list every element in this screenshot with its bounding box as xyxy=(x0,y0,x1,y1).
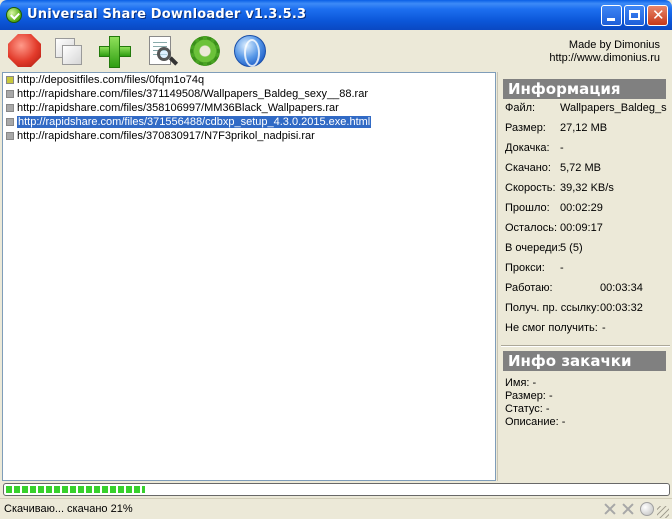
stop-icon[interactable] xyxy=(8,34,41,67)
download-info-row: Имя: - xyxy=(505,377,536,389)
info-value: 00:09:17 xyxy=(560,222,603,234)
download-info-row: Размер: - xyxy=(505,390,553,402)
download-info-value: - xyxy=(561,416,566,428)
info-value: 00:03:34 xyxy=(600,282,643,294)
status-square-icon xyxy=(6,104,14,112)
disconnect-icon xyxy=(603,502,617,516)
status-text: Скачиваю... скачано 21% xyxy=(4,503,133,515)
app-window: Universal Share Downloader v1.3.5.3 ✕ Ma… xyxy=(0,0,672,519)
download-url: http://depositfiles.com/files/0fqm1o74q xyxy=(17,74,205,86)
maximize-icon xyxy=(629,10,640,20)
info-row: Получ. пр. ссылку: 00:03:32 xyxy=(505,302,643,314)
info-label: Скорость: xyxy=(505,182,556,194)
globe-icon[interactable] xyxy=(233,35,267,67)
download-info-value: - xyxy=(532,377,537,389)
info-label: Осталось: xyxy=(505,222,558,234)
download-list-item[interactable]: http://rapidshare.com/files/371149508/Wa… xyxy=(3,87,495,101)
resize-grip-icon[interactable] xyxy=(657,506,669,518)
info-row: Прошло: 00:02:29 xyxy=(505,202,603,214)
info-value: - xyxy=(560,142,564,154)
status-square-icon xyxy=(6,90,14,98)
download-list[interactable]: http://depositfiles.com/files/0fqm1o74q h… xyxy=(2,72,496,481)
download-info-value: - xyxy=(545,403,550,415)
status-square-icon xyxy=(6,132,14,140)
settings-gear-icon[interactable] xyxy=(188,35,222,67)
close-button[interactable]: ✕ xyxy=(647,5,668,26)
download-url: http://rapidshare.com/files/370830917/N7… xyxy=(17,130,315,142)
info-value: 00:02:29 xyxy=(560,202,603,214)
info-label: Работаю: xyxy=(505,282,553,294)
progress-bar xyxy=(3,483,670,496)
download-info-label: Описание: xyxy=(505,416,559,428)
disconnect-icon xyxy=(621,502,635,516)
info-panel: Информация Файл: Wallpapers_Baldeg_s Разме… xyxy=(497,72,672,481)
download-info-label: Размер: xyxy=(505,390,546,402)
info-row: Размер: 27,12 MB xyxy=(505,122,607,134)
download-list-item[interactable]: http://rapidshare.com/files/358106997/MM… xyxy=(3,101,495,115)
info-value: - xyxy=(560,262,564,274)
view-document-icon[interactable] xyxy=(145,35,179,67)
add-icon[interactable] xyxy=(98,35,132,68)
info-value: - xyxy=(602,322,606,334)
info-value: 00:03:32 xyxy=(600,302,643,314)
download-info-row: Статус: - xyxy=(505,403,550,415)
status-bar: Скачиваю... скачано 21% xyxy=(0,498,672,519)
info-row: Докачка: - xyxy=(505,142,564,154)
status-square-icon xyxy=(6,76,14,84)
info-row: Скачано: 5,72 MB xyxy=(505,162,601,174)
made-by-url[interactable]: http://www.dimonius.ru xyxy=(549,52,660,65)
download-info-header: Инфо закачки xyxy=(503,351,666,371)
info-value: 5,72 MB xyxy=(560,162,601,174)
info-value: 5 (5) xyxy=(560,242,583,254)
maximize-button[interactable] xyxy=(624,5,645,26)
download-info-row: Описание: - xyxy=(505,416,565,428)
info-divider xyxy=(501,345,670,347)
info-value: Wallpapers_Baldeg_s xyxy=(560,102,667,114)
download-url: http://rapidshare.com/files/371556488/cd… xyxy=(17,116,372,128)
title-bar[interactable]: Universal Share Downloader v1.3.5.3 ✕ xyxy=(0,0,672,30)
download-list-item[interactable]: http://rapidshare.com/files/370830917/N7… xyxy=(3,129,495,143)
info-label: В очереди: xyxy=(505,242,561,254)
info-label: Прошло: xyxy=(505,202,550,214)
status-indicator-icon xyxy=(640,502,654,516)
download-info-value: - xyxy=(548,390,553,402)
app-icon[interactable] xyxy=(6,7,22,23)
info-value: 39,32 KB/s xyxy=(560,182,614,194)
progress-fill xyxy=(6,486,145,493)
download-list-item[interactable]: http://depositfiles.com/files/0fqm1o74q xyxy=(3,73,495,87)
info-row: Прокси: - xyxy=(505,262,564,274)
made-by-author: Made by Dimonius xyxy=(568,39,660,51)
download-list-item[interactable]: http://rapidshare.com/files/371556488/cd… xyxy=(3,115,495,129)
download-info-label: Имя: xyxy=(505,377,530,389)
info-label: Файл: xyxy=(505,102,536,114)
info-row: Осталось: 00:09:17 xyxy=(505,222,603,234)
info-row: Работаю: 00:03:34 xyxy=(505,282,643,294)
info-label: Получ. пр. ссылку: xyxy=(505,302,600,314)
window-title: Universal Share Downloader v1.3.5.3 xyxy=(27,7,307,22)
info-label: Не смог получить: xyxy=(505,322,598,334)
minimize-button[interactable] xyxy=(601,5,622,26)
download-info-label: Статус: xyxy=(505,403,543,415)
info-row: Файл: Wallpapers_Baldeg_s xyxy=(505,102,667,114)
info-label: Прокси: xyxy=(505,262,545,274)
info-label: Докачка: xyxy=(505,142,550,154)
info-label: Скачано: xyxy=(505,162,551,174)
close-icon: ✕ xyxy=(652,6,665,24)
status-square-icon xyxy=(6,118,14,126)
download-url: http://rapidshare.com/files/358106997/MM… xyxy=(17,102,339,114)
made-by-credit: Made by Dimonius http://www.dimonius.ru xyxy=(549,39,660,65)
info-label: Размер: xyxy=(505,122,546,134)
info-row: Скорость: 39,32 KB/s xyxy=(505,182,614,194)
info-value: 27,12 MB xyxy=(560,122,608,134)
minimize-icon xyxy=(607,18,615,21)
copy-icon[interactable] xyxy=(52,35,86,67)
info-row: Не смог получить: - xyxy=(505,322,606,334)
info-row: В очереди: 5 (5) xyxy=(505,242,583,254)
download-url: http://rapidshare.com/files/371149508/Wa… xyxy=(17,88,368,100)
info-header: Информация xyxy=(503,79,666,99)
toolbar: Made by Dimonius http://www.dimonius.ru xyxy=(0,30,672,72)
